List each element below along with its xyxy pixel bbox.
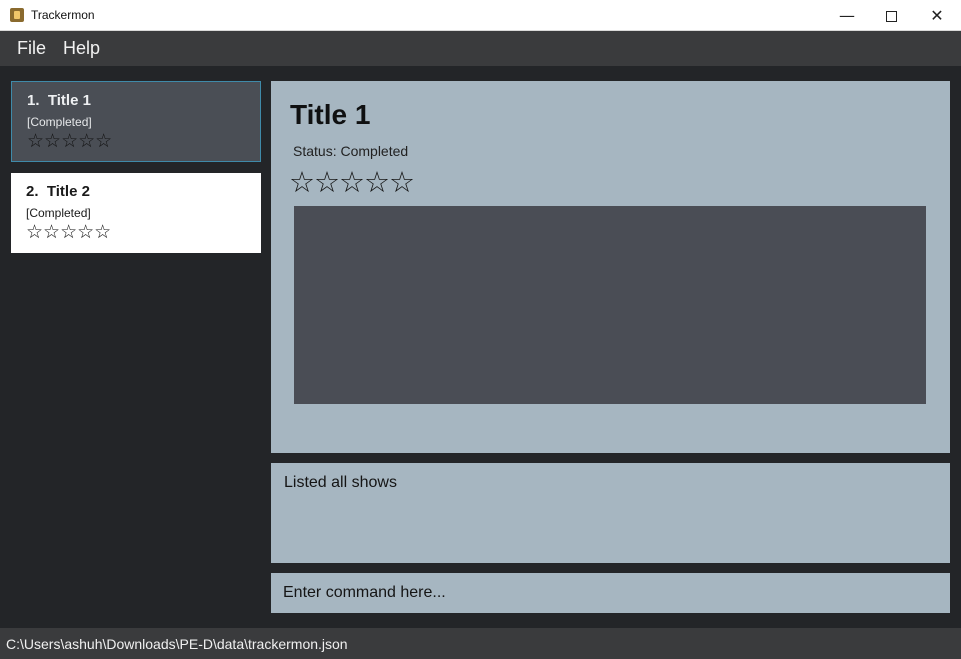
minimize-button[interactable]: — [824, 0, 870, 31]
star-rating-icon: ☆☆☆☆☆ [27, 130, 113, 152]
show-list-item-index: 1. [27, 92, 40, 109]
show-list-item-name: Title 1 [47, 92, 91, 109]
app-icon [10, 8, 24, 22]
result-message: Listed all shows [284, 474, 397, 491]
result-display: Listed all shows [271, 463, 950, 563]
show-list-item-title: 1. Title 1 [27, 92, 245, 109]
show-list-item-name: Title 2 [46, 183, 90, 200]
show-list-item-status: [Completed] [27, 115, 92, 129]
menu-file[interactable]: File [17, 38, 46, 59]
show-list-item[interactable]: 2. Title 2 [Completed] ☆☆☆☆☆ [11, 173, 261, 253]
window-titlebar: Trackermon — ✕ [0, 0, 961, 31]
show-description-box [294, 206, 926, 404]
show-detail-panel: Title 1 Status: Completed ☆☆☆☆☆ [271, 81, 950, 453]
star-rating-icon: ☆☆☆☆☆ [289, 165, 415, 199]
maximize-icon [885, 11, 897, 22]
show-detail-status: Status: Completed [293, 143, 409, 159]
show-list-item-status: [Completed] [26, 206, 91, 220]
show-list-item-index: 2. [26, 183, 39, 200]
close-button[interactable]: ✕ [914, 0, 960, 31]
show-detail-title: Title 1 [290, 99, 371, 130]
command-input[interactable] [271, 573, 950, 613]
menu-bar: File Help [0, 31, 961, 66]
window-title: Trackermon [31, 8, 95, 22]
star-rating-icon: ☆☆☆☆☆ [26, 221, 112, 243]
data-file-path: C:\Users\ashuh\Downloads\PE-D\data\track… [6, 636, 348, 652]
menu-help[interactable]: Help [63, 38, 100, 59]
show-list-item[interactable]: 1. Title 1 [Completed] ☆☆☆☆☆ [11, 81, 261, 162]
maximize-button[interactable] [868, 0, 914, 31]
status-bar: C:\Users\ashuh\Downloads\PE-D\data\track… [0, 628, 961, 659]
show-list-item-title: 2. Title 2 [26, 183, 246, 200]
